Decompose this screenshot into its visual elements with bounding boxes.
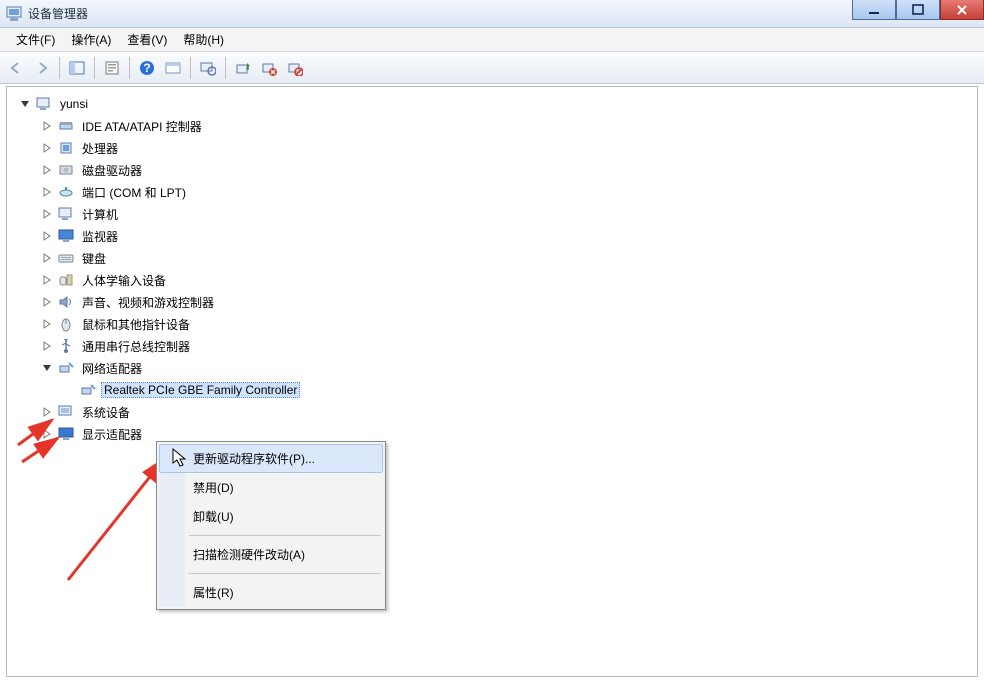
menu-view[interactable]: 查看(V) xyxy=(119,28,175,51)
disk-icon xyxy=(57,162,75,178)
ctx-uninstall-label: 卸载(U) xyxy=(193,510,234,524)
context-menu: 更新驱动程序软件(P)... 禁用(D) 卸载(U) 扫描检测硬件改动(A) 属… xyxy=(156,441,386,610)
tree-ports-label: 端口 (COM 和 LPT) xyxy=(79,183,189,202)
cpu-icon xyxy=(57,140,75,156)
ctx-scan-hardware[interactable]: 扫描检测硬件改动(A) xyxy=(159,540,383,569)
tree-keyboard-label: 键盘 xyxy=(79,249,109,268)
uninstall-device-button[interactable] xyxy=(257,56,281,80)
pc-icon xyxy=(57,206,75,222)
expander-closed-icon[interactable] xyxy=(41,252,53,264)
tree-network-device-label: Realtek PCIe GBE Family Controller xyxy=(101,382,300,398)
hid-icon xyxy=(57,272,75,288)
disable-device-button[interactable] xyxy=(283,56,307,80)
ctx-props-label: 属性(R) xyxy=(193,586,234,600)
window-buttons xyxy=(852,0,984,20)
tree-keyboard[interactable]: 键盘 xyxy=(41,247,977,269)
tree-sound-label: 声音、视频和游戏控制器 xyxy=(79,293,217,312)
tree-usb-label: 通用串行总线控制器 xyxy=(79,337,193,356)
tree-network-device[interactable]: Realtek PCIe GBE Family Controller xyxy=(63,379,977,401)
tree-system-devices[interactable]: 系统设备 xyxy=(41,401,977,423)
close-button[interactable] xyxy=(940,0,984,20)
tree-sound[interactable]: 声音、视频和游戏控制器 xyxy=(41,291,977,313)
net-icon xyxy=(57,360,75,376)
expander-closed-icon[interactable] xyxy=(41,142,53,154)
tree-ide[interactable]: IDE ATA/ATAPI 控制器 xyxy=(41,115,977,137)
tree-display-adapters-label: 显示适配器 xyxy=(79,425,145,444)
app-icon xyxy=(6,6,22,22)
tree-pc-label: 计算机 xyxy=(79,205,121,224)
tree-pc[interactable]: 计算机 xyxy=(41,203,977,225)
expander-closed-icon[interactable] xyxy=(41,318,53,330)
sound-icon xyxy=(57,294,75,310)
tree-network-adapters[interactable]: 网络适配器 xyxy=(41,357,977,379)
nav-forward-button[interactable] xyxy=(30,56,54,80)
netdev-icon xyxy=(79,382,97,398)
device-tree-panel[interactable]: yunsi IDE ATA/ATAPI 控制器处理器磁盘驱动器端口 (COM 和… xyxy=(6,86,978,677)
ctx-disable-label: 禁用(D) xyxy=(193,481,234,495)
tree-ide-label: IDE ATA/ATAPI 控制器 xyxy=(79,117,205,136)
expander-closed-icon[interactable] xyxy=(41,274,53,286)
menu-help[interactable]: 帮助(H) xyxy=(175,28,232,51)
ports-icon xyxy=(57,184,75,200)
tree-hid-label: 人体学输入设备 xyxy=(79,271,169,290)
nav-back-button[interactable] xyxy=(4,56,28,80)
svg-text:?: ? xyxy=(143,61,150,75)
menubar: 文件(F) 操作(A) 查看(V) 帮助(H) xyxy=(0,28,984,52)
toolbar: ? xyxy=(0,52,984,84)
mon-icon xyxy=(57,228,75,244)
expander-closed-icon[interactable] xyxy=(41,164,53,176)
view-options-button[interactable] xyxy=(161,56,185,80)
tree-system-devices-label: 系统设备 xyxy=(79,403,133,422)
kbd-icon xyxy=(57,250,75,266)
display-icon xyxy=(57,426,75,442)
tree-network-adapters-label: 网络适配器 xyxy=(79,359,145,378)
tree-mouse-label: 鼠标和其他指针设备 xyxy=(79,315,193,334)
scan-hardware-button[interactable] xyxy=(196,56,220,80)
menu-action[interactable]: 操作(A) xyxy=(63,28,119,51)
ctx-properties[interactable]: 属性(R) xyxy=(159,578,383,607)
sysdev-icon xyxy=(57,404,75,420)
expander-closed-icon[interactable] xyxy=(41,208,53,220)
usb-icon xyxy=(57,338,75,354)
expander-closed-icon[interactable] xyxy=(41,120,53,132)
update-driver-button[interactable] xyxy=(231,56,255,80)
ctx-update-driver[interactable]: 更新驱动程序软件(P)... xyxy=(159,444,383,473)
mouse-icon xyxy=(57,316,75,332)
tree-ports[interactable]: 端口 (COM 和 LPT) xyxy=(41,181,977,203)
tree-cpu-label: 处理器 xyxy=(79,139,121,158)
tree-hid[interactable]: 人体学输入设备 xyxy=(41,269,977,291)
expander-closed-icon[interactable] xyxy=(41,186,53,198)
show-hide-console-tree-button[interactable] xyxy=(65,56,89,80)
tree-cpu[interactable]: 处理器 xyxy=(41,137,977,159)
tree-mouse[interactable]: 鼠标和其他指针设备 xyxy=(41,313,977,335)
ctx-uninstall[interactable]: 卸载(U) xyxy=(159,502,383,531)
expander-closed-icon[interactable] xyxy=(41,230,53,242)
tree-disk-label: 磁盘驱动器 xyxy=(79,161,145,180)
help-button[interactable]: ? xyxy=(135,56,159,80)
expander-closed-icon[interactable] xyxy=(41,406,53,418)
tree-disk[interactable]: 磁盘驱动器 xyxy=(41,159,977,181)
expander-closed-icon[interactable] xyxy=(41,340,53,352)
tree-usb[interactable]: 通用串行总线控制器 xyxy=(41,335,977,357)
ctx-scan-label: 扫描检测硬件改动(A) xyxy=(193,548,305,562)
tree-root-label: yunsi xyxy=(57,96,91,112)
expander-closed-icon[interactable] xyxy=(41,296,53,308)
titlebar: 设备管理器 xyxy=(0,0,984,28)
menu-file[interactable]: 文件(F) xyxy=(8,28,63,51)
expander-closed-icon[interactable] xyxy=(41,428,53,440)
properties-button[interactable] xyxy=(100,56,124,80)
tree-monitor-label: 监视器 xyxy=(79,227,121,246)
expander-open-icon[interactable] xyxy=(19,98,31,110)
tree-root[interactable]: yunsi xyxy=(19,93,977,115)
computer-root-icon xyxy=(35,96,53,112)
window-title: 设备管理器 xyxy=(28,5,88,22)
minimize-button[interactable] xyxy=(852,0,896,20)
tree-monitor[interactable]: 监视器 xyxy=(41,225,977,247)
ctx-disable[interactable]: 禁用(D) xyxy=(159,473,383,502)
ide-icon xyxy=(57,118,75,134)
maximize-button[interactable] xyxy=(896,0,940,20)
expander-open-icon[interactable] xyxy=(41,362,53,374)
ctx-update-label: 更新驱动程序软件(P)... xyxy=(193,452,315,466)
